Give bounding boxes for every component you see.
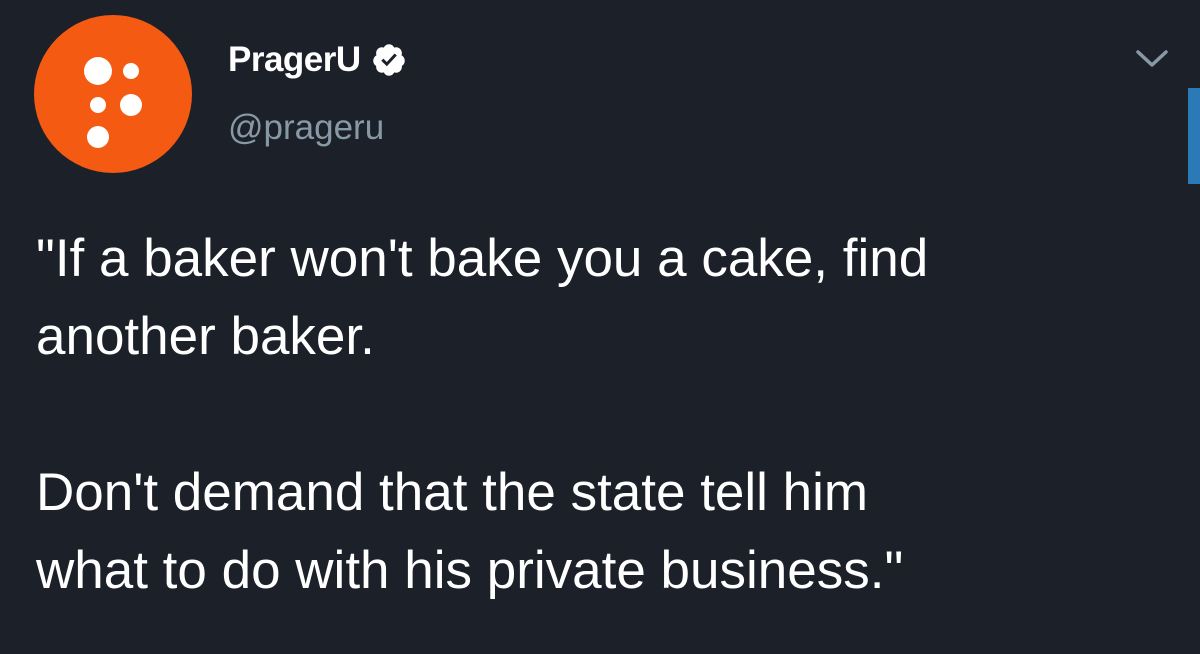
tweet-text: "If a baker won't bake you a cake, find …: [36, 220, 1156, 610]
author-handle[interactable]: @prageru: [228, 108, 384, 148]
author-name-row[interactable]: PragerU: [228, 36, 407, 84]
avatar[interactable]: [34, 15, 192, 173]
tweet-text-line: another baker.: [36, 307, 375, 366]
chevron-down-icon[interactable]: [1134, 44, 1170, 72]
display-name[interactable]: PragerU: [228, 40, 361, 80]
logo-dot: [120, 94, 142, 116]
logo-dot: [87, 126, 109, 148]
scrollbar[interactable]: [1188, 88, 1200, 184]
tweet-text-line: what to do with his private business.": [36, 541, 904, 600]
tweet-card: PragerU @prageru "If a baker won't bake …: [0, 0, 1200, 654]
logo-dot: [84, 57, 112, 85]
verified-badge-icon: [372, 44, 405, 76]
tweet-text-line: Don't demand that the state tell him: [36, 463, 869, 522]
logo-dot: [123, 63, 139, 79]
logo-dot: [90, 97, 106, 113]
tweet-text-line: "If a baker won't bake you a cake, find: [36, 229, 929, 288]
